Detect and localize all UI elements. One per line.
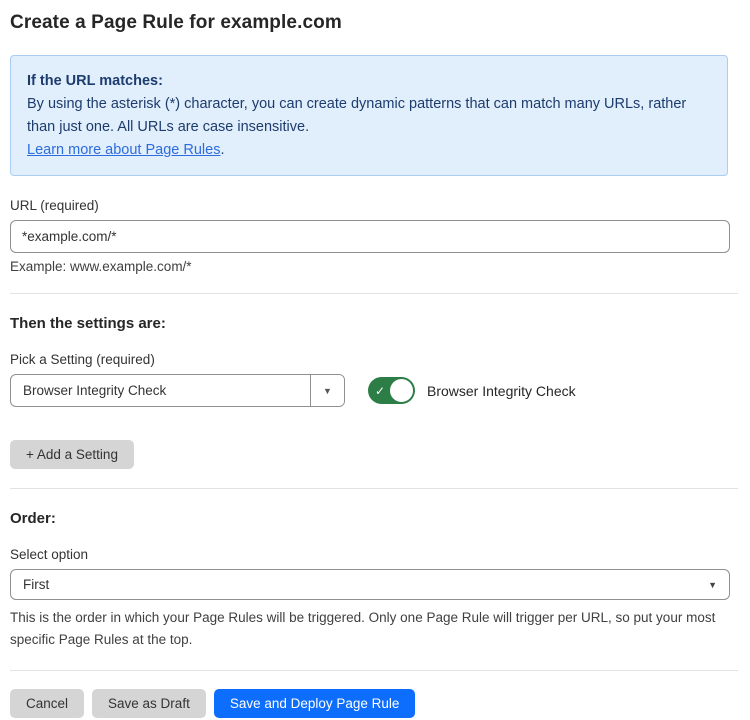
settings-section-heading: Then the settings are:	[10, 315, 728, 332]
learn-more-link[interactable]: Learn more about Page Rules	[27, 142, 220, 158]
cancel-button[interactable]: Cancel	[10, 689, 84, 718]
info-box-heading: If the URL matches:	[27, 70, 711, 93]
setting-row: Browser Integrity Check ▼ ✓ Browser Inte…	[10, 374, 728, 407]
pick-setting-label: Pick a Setting (required)	[10, 352, 728, 367]
dropdown-caret-button[interactable]: ▼	[310, 375, 344, 406]
form-actions: Cancel Save as Draft Save and Deploy Pag…	[10, 689, 728, 718]
browser-integrity-toggle[interactable]: ✓	[368, 377, 415, 404]
toggle-knob	[389, 378, 414, 403]
order-helper-text: This is the order in which your Page Rul…	[10, 607, 738, 651]
link-suffix: .	[220, 142, 224, 158]
create-page-rule-form: Create a Page Rule for example.com If th…	[0, 0, 740, 718]
url-helper-text: Example: www.example.com/*	[10, 259, 728, 274]
add-setting-button[interactable]: + Add a Setting	[10, 440, 134, 469]
check-icon: ✓	[375, 384, 385, 398]
chevron-down-icon: ▼	[708, 580, 717, 590]
select-option-label: Select option	[10, 547, 728, 562]
save-as-draft-button[interactable]: Save as Draft	[92, 689, 206, 718]
divider	[10, 488, 738, 489]
toggle-label: Browser Integrity Check	[427, 383, 576, 399]
divider	[10, 293, 738, 294]
save-and-deploy-button[interactable]: Save and Deploy Page Rule	[214, 689, 416, 718]
url-input[interactable]	[10, 220, 730, 253]
order-select-value: First	[23, 577, 49, 592]
info-box-link-line: Learn more about Page Rules.	[27, 139, 711, 162]
order-section-heading: Order:	[10, 510, 728, 527]
chevron-down-icon: ▼	[323, 386, 332, 396]
setting-picker-dropdown[interactable]: Browser Integrity Check ▼	[10, 374, 345, 407]
info-box-body: By using the asterisk (*) character, you…	[27, 93, 711, 139]
url-field-group: URL (required) Example: www.example.com/…	[10, 198, 728, 274]
divider	[10, 670, 738, 671]
page-title: Create a Page Rule for example.com	[10, 12, 728, 34]
url-field-label: URL (required)	[10, 198, 728, 213]
url-match-info-box: If the URL matches: By using the asteris…	[10, 55, 728, 176]
setting-picker-value: Browser Integrity Check	[11, 383, 310, 398]
order-select[interactable]: First ▼	[10, 569, 730, 600]
